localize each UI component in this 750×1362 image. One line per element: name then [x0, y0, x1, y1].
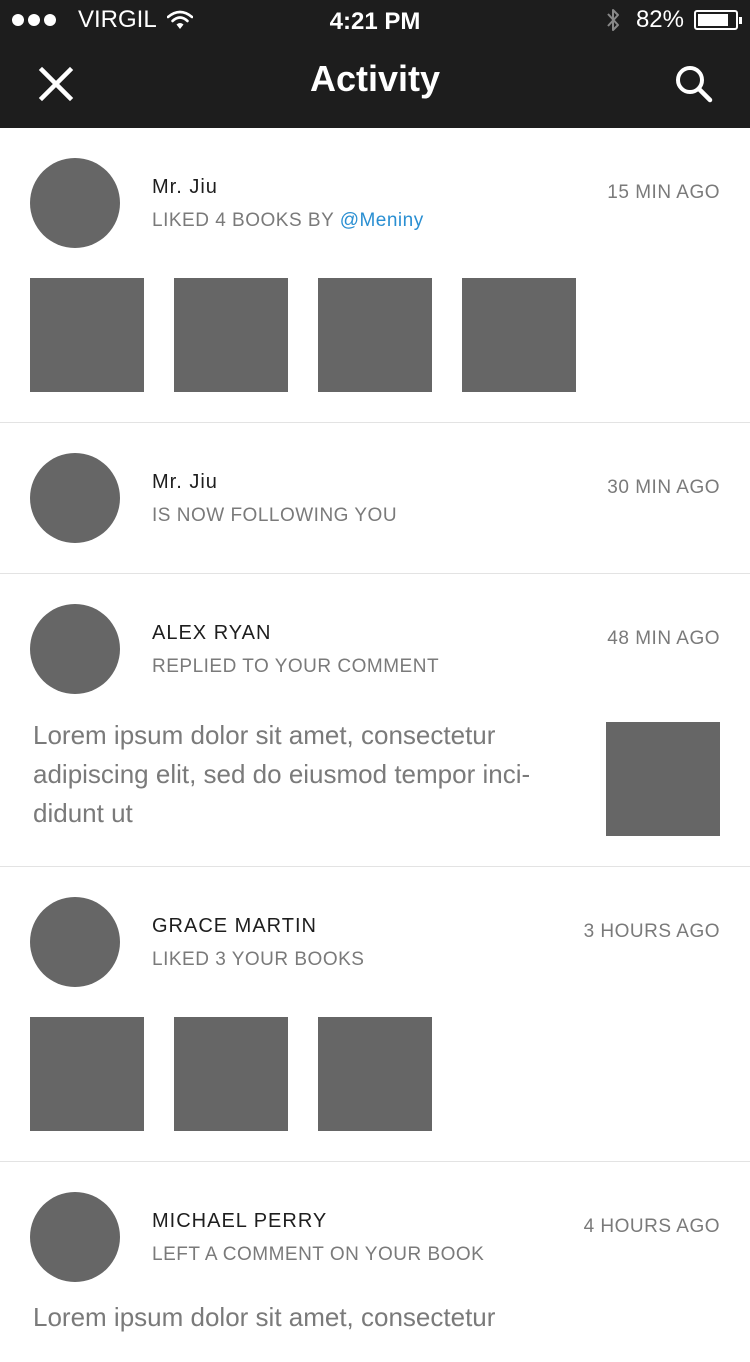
app-header: VIRGIL 4:21 PM 82% Activity	[0, 0, 750, 128]
book-thumbnail[interactable]	[462, 278, 576, 392]
activity-description: LIKED 4 BOOKS BY @Meniny	[152, 210, 424, 232]
activity-description: LEFT A COMMENT ON YOUR BOOK	[152, 1244, 485, 1265]
mention-link[interactable]: @Meniny	[340, 210, 424, 231]
avatar[interactable]	[30, 453, 120, 543]
timestamp: 30 MIN AGO	[607, 477, 720, 498]
activity-description: LIKED 3 YOUR BOOKS	[152, 949, 365, 970]
activity-feed: Mr. Jiu LIKED 4 BOOKS BY @Meniny 15 MIN …	[0, 128, 750, 1362]
activity-item[interactable]: MICHAEL PERRY LEFT A COMMENT ON YOUR BOO…	[0, 1162, 750, 1362]
timestamp: 4 HOURS AGO	[583, 1216, 720, 1237]
book-thumbnails	[30, 278, 576, 392]
user-name[interactable]: ALEX RYAN	[152, 622, 271, 645]
bluetooth-icon	[607, 9, 619, 31]
comment-text: Lorem ipsum dolor sit amet, consectetur …	[33, 720, 531, 828]
book-thumbnail[interactable]	[30, 278, 144, 392]
book-thumbnail[interactable]	[174, 278, 288, 392]
book-thumbnail[interactable]	[318, 1017, 432, 1131]
battery-percentage: 82%	[635, 6, 684, 33]
book-thumbnails	[30, 1017, 432, 1131]
status-right: 82%	[604, 6, 742, 34]
activity-text: LIKED 4 BOOKS BY	[152, 210, 340, 231]
book-thumbnail[interactable]	[174, 1017, 288, 1131]
battery-fill	[698, 14, 728, 26]
nav-bar: Activity	[0, 40, 750, 128]
comment-text: Lorem ipsum dolor sit amet, consectetur	[33, 1302, 496, 1332]
book-thumbnail[interactable]	[30, 1017, 144, 1131]
timestamp: 3 HOURS AGO	[583, 921, 720, 942]
battery-icon	[694, 10, 742, 30]
book-thumbnail[interactable]	[606, 722, 720, 836]
timestamp: 48 MIN AGO	[607, 628, 720, 649]
user-name[interactable]: MICHAEL PERRY	[152, 1210, 327, 1233]
activity-description: IS NOW FOLLOWING YOU	[152, 505, 398, 526]
user-name[interactable]: GRACE MARTIN	[152, 915, 317, 938]
avatar[interactable]	[30, 897, 120, 987]
user-name[interactable]: Mr. Jiu	[152, 176, 218, 199]
search-icon	[676, 66, 713, 103]
activity-item[interactable]: Mr. Jiu IS NOW FOLLOWING YOU 30 MIN AGO	[0, 423, 750, 574]
activity-item[interactable]: Mr. Jiu LIKED 4 BOOKS BY @Meniny 15 MIN …	[0, 128, 750, 423]
status-bar: VIRGIL 4:21 PM 82%	[0, 0, 750, 40]
book-thumbnail[interactable]	[318, 278, 432, 392]
page-title: Activity	[309, 58, 441, 99]
avatar[interactable]	[30, 158, 120, 248]
user-name[interactable]: Mr. Jiu	[152, 471, 218, 494]
avatar[interactable]	[30, 1192, 120, 1282]
timestamp: 15 MIN AGO	[607, 182, 720, 203]
search-button[interactable]	[674, 64, 714, 104]
activity-description: REPLIED TO YOUR COMMENT	[152, 656, 440, 677]
activity-item[interactable]: GRACE MARTIN LIKED 3 YOUR BOOKS 3 HOURS …	[0, 867, 750, 1162]
avatar[interactable]	[30, 604, 120, 694]
activity-item[interactable]: ALEX RYAN REPLIED TO YOUR COMMENT 48 MIN…	[0, 574, 750, 867]
